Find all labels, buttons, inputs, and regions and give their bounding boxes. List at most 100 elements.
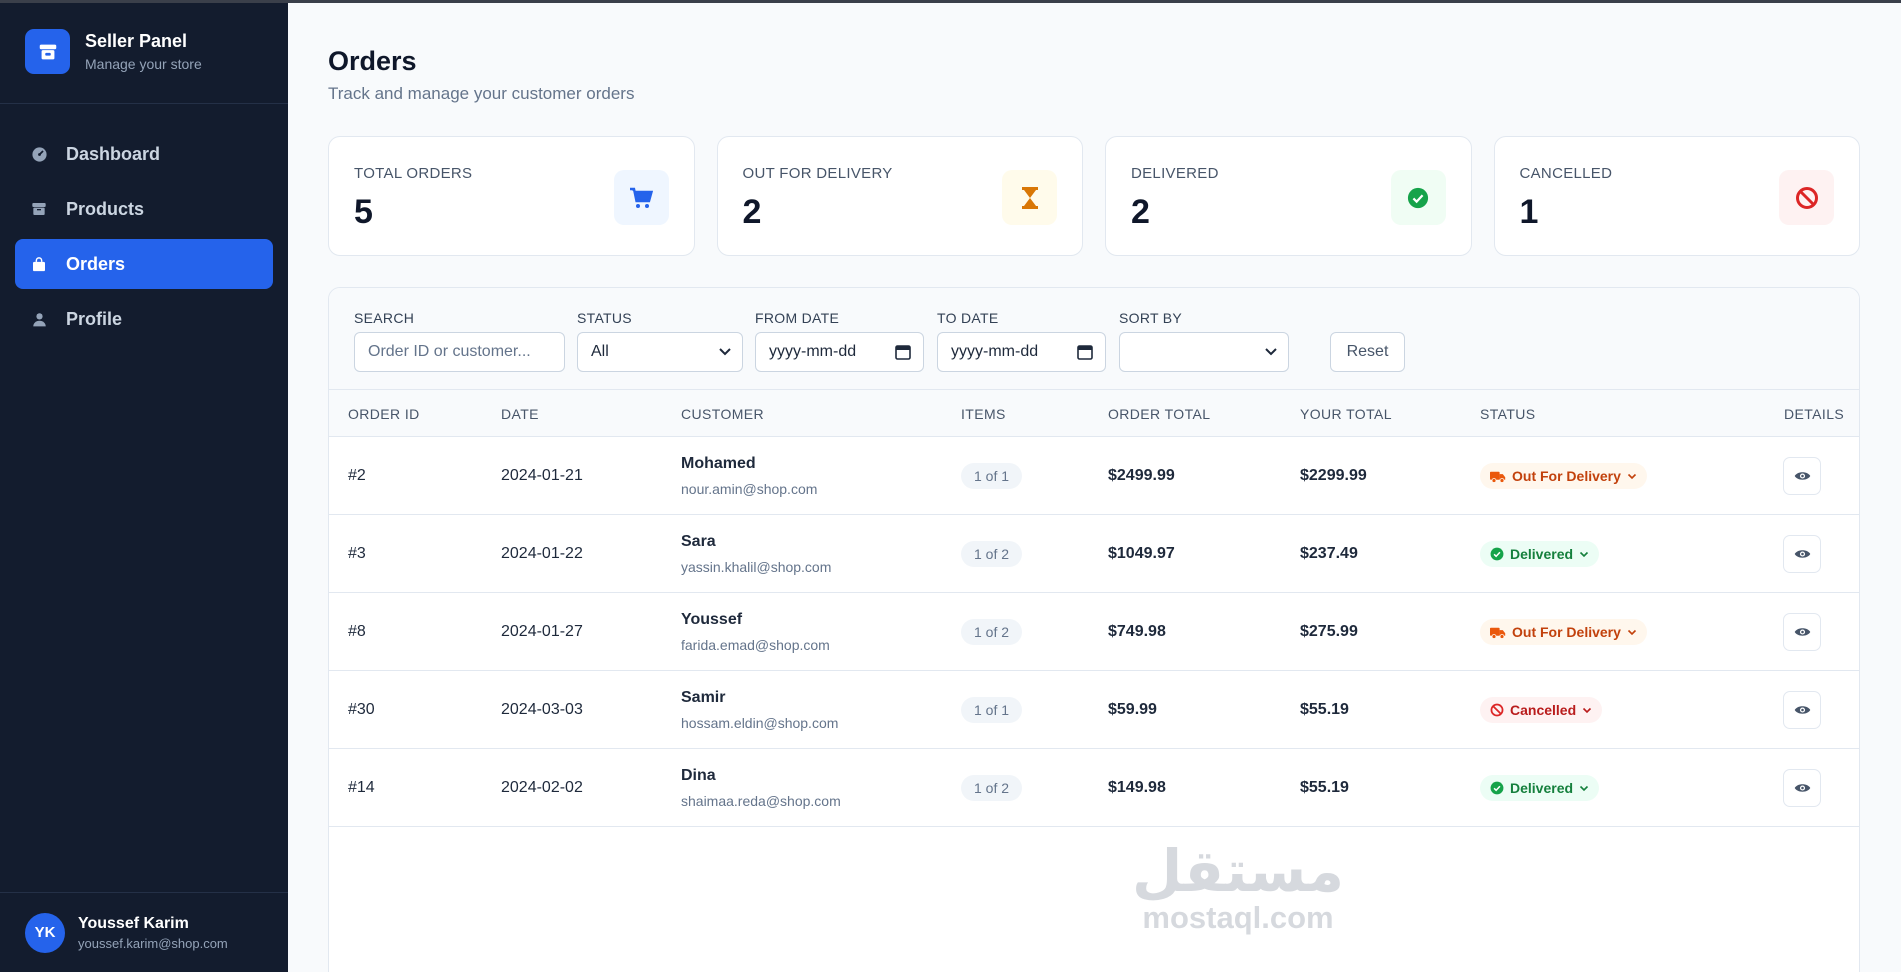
status-dropdown[interactable]: Cancelled — [1480, 697, 1603, 723]
sidebar-item-label: Products — [66, 198, 145, 219]
view-details-button[interactable] — [1783, 535, 1821, 573]
from-date-label: FROM DATE — [755, 310, 840, 326]
your-total: $275.99 — [1300, 623, 1358, 640]
customer-name: Dina — [681, 767, 716, 784]
reset-button[interactable]: Reset — [1330, 332, 1405, 372]
table-row: #2 2024-01-21 Mohamed nour.amin@shop.com 1 o… — [329, 437, 1859, 515]
store-icon — [25, 29, 70, 74]
status-dropdown[interactable]: Delivered — [1480, 541, 1600, 567]
status-label: Cancelled — [1510, 702, 1577, 718]
table-row: #8 2024-01-27 Youssef farida.emad@shop.com 1… — [329, 593, 1859, 671]
stat-value: 2 — [742, 193, 762, 231]
your-total: $2299.99 — [1300, 467, 1367, 484]
stat-label: CANCELLED — [1519, 165, 1613, 182]
brand-title: Seller Panel — [85, 31, 188, 51]
customer-name: Sara — [681, 533, 716, 550]
watermark-arabic: مستقل — [1131, 837, 1345, 905]
view-details-button[interactable] — [1783, 457, 1821, 495]
customer-email: shaimaa.reda@shop.com — [681, 793, 841, 809]
from-date-input[interactable]: yyyy-mm-dd — [755, 332, 924, 372]
column-header[interactable]: ORDER TOTAL — [1108, 406, 1210, 422]
sidebar-nav: Dashboard Products Orders Profile — [0, 104, 288, 344]
items-badge: 1 of 2 — [961, 541, 1023, 567]
chevron-down-icon — [1582, 705, 1592, 715]
stat-label: TOTAL ORDERS — [354, 165, 473, 182]
stat-card-delivered: DELIVERED 2 — [1105, 136, 1472, 256]
your-total: $55.19 — [1300, 779, 1349, 796]
sidebar-item-label: Dashboard — [66, 143, 161, 164]
status-label: STATUS — [577, 310, 632, 326]
truck-icon — [1490, 626, 1506, 639]
page-subtitle: Track and manage your customer orders — [328, 84, 635, 103]
check-circle-icon — [1490, 781, 1504, 795]
status-dropdown[interactable]: Out For Delivery — [1480, 463, 1647, 489]
column-header[interactable]: YOUR TOTAL — [1300, 406, 1392, 422]
stats-row: TOTAL ORDERS 5 OUT FOR DELIVERY 2 DELIVE… — [328, 136, 1860, 256]
status-label: Out For Delivery — [1512, 624, 1621, 640]
stat-card-total-orders: TOTAL ORDERS 5 — [328, 136, 695, 256]
check-circle-icon — [1390, 170, 1446, 225]
order-date: 2024-01-22 — [501, 545, 583, 562]
column-header[interactable]: CUSTOMER — [681, 406, 764, 422]
status-dropdown[interactable]: Out For Delivery — [1480, 619, 1647, 645]
view-details-button[interactable] — [1783, 769, 1821, 807]
table-header: ORDER ID DATE CUSTOMER ITEMS ORDER TOTAL… — [329, 390, 1859, 437]
customer-email: nour.amin@shop.com — [681, 481, 818, 497]
stat-label: OUT FOR DELIVERY — [742, 165, 893, 182]
user-profile[interactable]: YK Youssef Karim youssef.karim@shop.com — [0, 892, 288, 972]
order-id: #14 — [348, 779, 375, 796]
sort-select[interactable] — [1119, 332, 1289, 372]
column-header[interactable]: STATUS — [1480, 406, 1536, 422]
order-id: #8 — [348, 623, 366, 640]
view-details-button[interactable] — [1783, 613, 1821, 651]
dashboard-icon — [30, 145, 48, 163]
items-badge: 1 of 2 — [961, 619, 1023, 645]
filters-bar: SEARCH Order ID or customer... STATUS Al… — [329, 288, 1859, 390]
user-icon — [30, 310, 48, 328]
column-header[interactable]: ORDER ID — [348, 406, 420, 422]
brand: Seller Panel Manage your store — [0, 0, 288, 104]
stat-card-cancelled: CANCELLED 1 — [1493, 136, 1860, 256]
order-date: 2024-01-21 — [501, 467, 583, 484]
status-dropdown[interactable]: Delivered — [1480, 775, 1600, 801]
truck-icon — [1490, 470, 1506, 483]
to-date-label: TO DATE — [937, 310, 999, 326]
chevron-down-icon — [1579, 783, 1589, 793]
your-total: $55.19 — [1300, 701, 1349, 718]
status-select[interactable]: All — [577, 332, 743, 372]
page-title: Orders — [328, 46, 417, 76]
column-header[interactable]: DATE — [501, 406, 539, 422]
order-id: #3 — [348, 545, 366, 562]
check-circle-icon — [1490, 547, 1504, 561]
sidebar-item-products[interactable]: Products — [15, 184, 273, 234]
customer-email: farida.emad@shop.com — [681, 637, 830, 653]
sidebar-item-profile[interactable]: Profile — [15, 294, 273, 344]
customer-email: hossam.eldin@shop.com — [681, 715, 839, 731]
user-email: youssef.karim@shop.com — [78, 935, 228, 951]
order-total: $149.98 — [1108, 779, 1166, 796]
brand-subtitle: Manage your store — [85, 56, 202, 72]
table-row: #30 2024-03-03 Samir hossam.eldin@shop.com 1… — [329, 671, 1859, 749]
table-row: #3 2024-01-22 Sara yassin.khalil@shop.com 1 … — [329, 515, 1859, 593]
sidebar-item-orders[interactable]: Orders — [15, 239, 273, 289]
column-header[interactable]: ITEMS — [961, 406, 1006, 422]
stat-value: 2 — [1131, 193, 1150, 231]
status-label: Out For Delivery — [1512, 468, 1621, 484]
status-label: Delivered — [1510, 546, 1574, 562]
table-body: #2 2024-01-21 Mohamed nour.amin@shop.com 1 o… — [329, 437, 1859, 827]
search-input[interactable]: Order ID or customer... — [354, 332, 565, 372]
order-id: #2 — [348, 467, 366, 484]
sidebar-item-label: Profile — [66, 308, 123, 329]
to-date-input[interactable]: yyyy-mm-dd — [937, 332, 1106, 372]
order-date: 2024-01-27 — [501, 623, 583, 640]
view-details-button[interactable] — [1783, 691, 1821, 729]
order-date: 2024-02-02 — [501, 779, 583, 796]
ban-icon — [1490, 703, 1504, 717]
sort-label: SORT BY — [1119, 310, 1183, 326]
to-date-placeholder: yyyy-mm-dd — [951, 343, 1039, 360]
watermark-latin: mostaql.com — [1142, 900, 1334, 935]
main-content: Orders Track and manage your customer or… — [288, 0, 1901, 972]
items-badge: 1 of 1 — [961, 463, 1023, 489]
customer-name: Mohamed — [681, 455, 756, 472]
sidebar-item-dashboard[interactable]: Dashboard — [15, 129, 273, 179]
